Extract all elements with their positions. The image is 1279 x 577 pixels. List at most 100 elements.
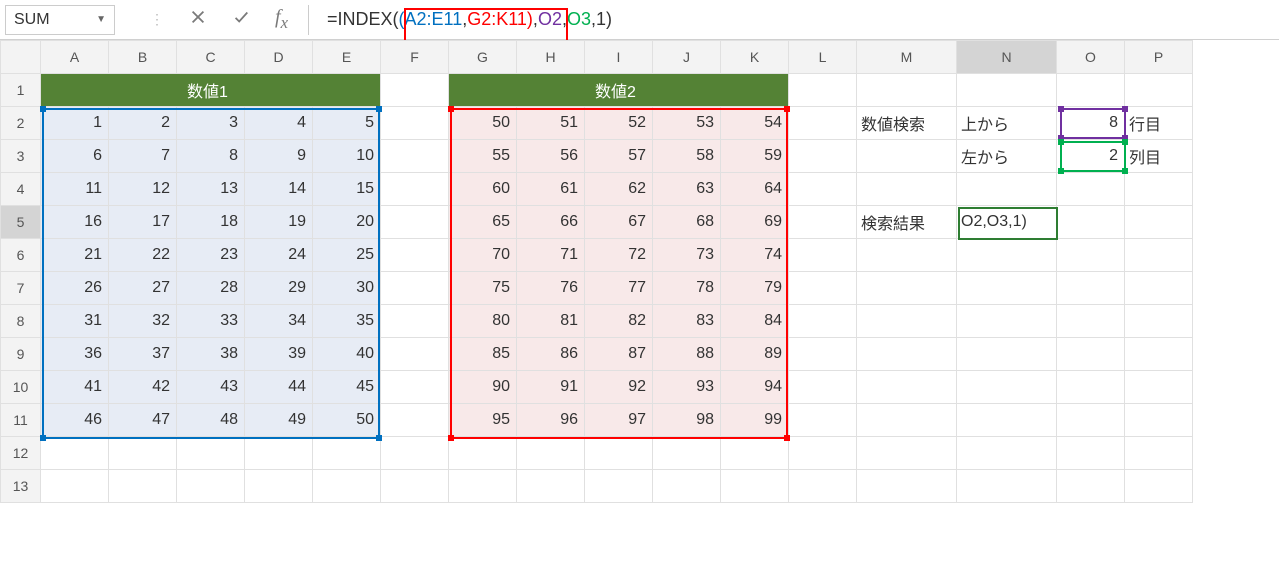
cell[interactable] — [1125, 239, 1193, 272]
cell[interactable] — [957, 338, 1057, 371]
cell[interactable] — [1125, 338, 1193, 371]
cell[interactable]: 56 — [517, 140, 585, 173]
cell[interactable]: 上から — [957, 107, 1057, 140]
row-header[interactable]: 9 — [1, 338, 41, 371]
cell[interactable] — [41, 470, 109, 503]
cell[interactable]: 38 — [177, 338, 245, 371]
cell[interactable]: 74 — [721, 239, 789, 272]
col-header[interactable]: N — [957, 41, 1057, 74]
cell[interactable]: 11 — [41, 173, 109, 206]
cell[interactable]: 65 — [449, 206, 517, 239]
cell[interactable] — [381, 74, 449, 107]
cell[interactable] — [1057, 470, 1125, 503]
cell[interactable] — [1125, 404, 1193, 437]
cell[interactable]: 18 — [177, 206, 245, 239]
col-header[interactable]: G — [449, 41, 517, 74]
cell[interactable] — [1057, 206, 1125, 239]
cell[interactable]: 57 — [585, 140, 653, 173]
cell[interactable] — [653, 470, 721, 503]
cell[interactable]: 71 — [517, 239, 585, 272]
col-header[interactable]: E — [313, 41, 381, 74]
cell[interactable]: 49 — [245, 404, 313, 437]
row-header[interactable]: 4 — [1, 173, 41, 206]
cell[interactable] — [1125, 305, 1193, 338]
cell[interactable] — [381, 371, 449, 404]
col-header[interactable]: M — [857, 41, 957, 74]
cell[interactable] — [1125, 470, 1193, 503]
cell[interactable]: 3 — [177, 107, 245, 140]
cell[interactable] — [517, 437, 585, 470]
cell[interactable] — [1125, 206, 1193, 239]
row-header[interactable]: 1 — [1, 74, 41, 107]
cell[interactable]: 82 — [585, 305, 653, 338]
col-header[interactable]: L — [789, 41, 857, 74]
cell[interactable]: 9 — [245, 140, 313, 173]
cell[interactable] — [789, 470, 857, 503]
cell[interactable]: 99 — [721, 404, 789, 437]
cell[interactable] — [1057, 173, 1125, 206]
col-header[interactable]: A — [41, 41, 109, 74]
row-header[interactable]: 6 — [1, 239, 41, 272]
fx-icon[interactable]: fx — [275, 6, 288, 33]
enter-icon[interactable] — [232, 8, 250, 31]
cell[interactable]: 75 — [449, 272, 517, 305]
cell[interactable] — [721, 470, 789, 503]
cell[interactable]: 36 — [41, 338, 109, 371]
cell[interactable] — [177, 437, 245, 470]
cell[interactable] — [109, 470, 177, 503]
cancel-icon[interactable] — [189, 8, 207, 31]
cell[interactable]: 41 — [41, 371, 109, 404]
cell[interactable] — [1057, 404, 1125, 437]
cell[interactable]: 左から — [957, 140, 1057, 173]
cell[interactable] — [245, 437, 313, 470]
cell[interactable] — [957, 74, 1057, 107]
cell[interactable] — [789, 272, 857, 305]
cell[interactable]: 4 — [245, 107, 313, 140]
cell[interactable]: 24 — [245, 239, 313, 272]
cell[interactable]: 73 — [653, 239, 721, 272]
cell[interactable] — [857, 140, 957, 173]
cell[interactable]: 69 — [721, 206, 789, 239]
formula-input[interactable]: =INDEX((A2:E11,G2:K11),O2,O3,1) — [308, 5, 1279, 35]
cell[interactable]: 8 — [1057, 107, 1125, 140]
cell[interactable] — [1057, 437, 1125, 470]
cell[interactable] — [957, 173, 1057, 206]
cell[interactable] — [381, 272, 449, 305]
col-header[interactable]: F — [381, 41, 449, 74]
cell[interactable]: 29 — [245, 272, 313, 305]
cell[interactable] — [381, 206, 449, 239]
cell[interactable] — [789, 338, 857, 371]
cell[interactable]: 15 — [313, 173, 381, 206]
name-box[interactable]: SUM ▼ — [5, 5, 115, 35]
cell[interactable] — [857, 239, 957, 272]
cell[interactable]: 数値検索 — [857, 107, 957, 140]
cell[interactable]: 70 — [449, 239, 517, 272]
cell[interactable]: 98 — [653, 404, 721, 437]
cell[interactable] — [381, 338, 449, 371]
cell[interactable]: 12 — [109, 173, 177, 206]
cell[interactable] — [381, 305, 449, 338]
cell[interactable] — [245, 470, 313, 503]
cell[interactable]: 45 — [313, 371, 381, 404]
cell[interactable]: 42 — [109, 371, 177, 404]
cell[interactable] — [1057, 74, 1125, 107]
row-header[interactable]: 8 — [1, 305, 41, 338]
cell[interactable] — [381, 470, 449, 503]
cell[interactable] — [381, 404, 449, 437]
cell[interactable] — [789, 305, 857, 338]
cell[interactable]: 14 — [245, 173, 313, 206]
cell[interactable] — [517, 470, 585, 503]
cell[interactable]: O2,O3,1) — [957, 206, 1057, 239]
cell[interactable] — [857, 437, 957, 470]
cell[interactable]: 34 — [245, 305, 313, 338]
cell[interactable]: 60 — [449, 173, 517, 206]
cell[interactable] — [857, 470, 957, 503]
cell[interactable] — [957, 371, 1057, 404]
cell[interactable] — [789, 437, 857, 470]
col-header[interactable]: K — [721, 41, 789, 74]
cell[interactable]: 50 — [313, 404, 381, 437]
cell[interactable] — [1125, 437, 1193, 470]
cell[interactable]: 63 — [653, 173, 721, 206]
col-header[interactable]: J — [653, 41, 721, 74]
row-header[interactable]: 3 — [1, 140, 41, 173]
